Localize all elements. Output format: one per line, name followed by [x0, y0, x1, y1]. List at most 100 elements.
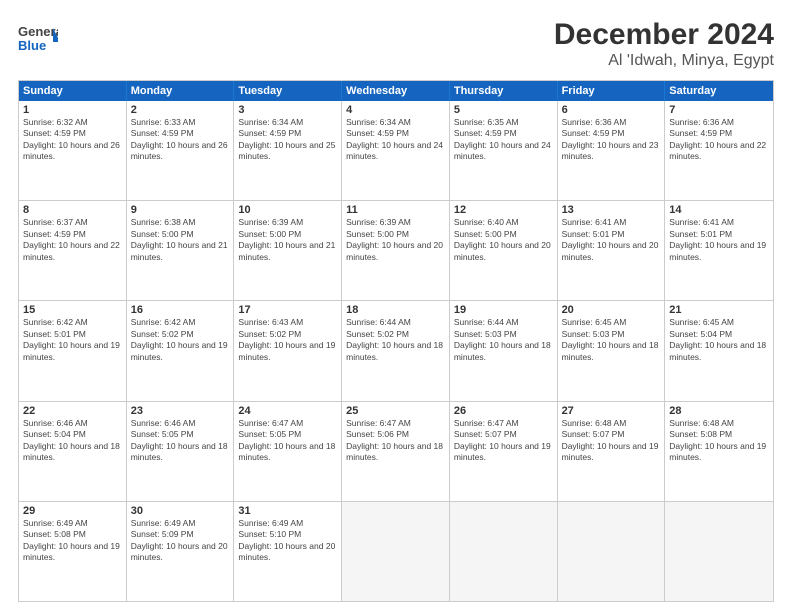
day-number: 18	[346, 304, 445, 316]
day-number: 30	[131, 505, 230, 517]
cell-info: Sunrise: 6:49 AMSunset: 5:08 PMDaylight:…	[23, 518, 120, 562]
calendar-cell: 21Sunrise: 6:45 AMSunset: 5:04 PMDayligh…	[665, 301, 773, 400]
day-number: 16	[131, 304, 230, 316]
day-number: 25	[346, 405, 445, 417]
day-number: 2	[131, 104, 230, 116]
cell-info: Sunrise: 6:36 AMSunset: 4:59 PMDaylight:…	[669, 117, 766, 161]
cell-info: Sunrise: 6:42 AMSunset: 5:01 PMDaylight:…	[23, 317, 120, 361]
cell-info: Sunrise: 6:41 AMSunset: 5:01 PMDaylight:…	[669, 217, 766, 261]
cell-info: Sunrise: 6:44 AMSunset: 5:02 PMDaylight:…	[346, 317, 443, 361]
day-number: 4	[346, 104, 445, 116]
calendar-cell	[450, 502, 558, 601]
dow-monday: Monday	[127, 81, 235, 101]
svg-text:Blue: Blue	[18, 38, 46, 53]
cell-info: Sunrise: 6:40 AMSunset: 5:00 PMDaylight:…	[454, 217, 551, 261]
cell-info: Sunrise: 6:45 AMSunset: 5:03 PMDaylight:…	[562, 317, 659, 361]
cell-info: Sunrise: 6:32 AMSunset: 4:59 PMDaylight:…	[23, 117, 120, 161]
cell-info: Sunrise: 6:41 AMSunset: 5:01 PMDaylight:…	[562, 217, 659, 261]
calendar-cell: 20Sunrise: 6:45 AMSunset: 5:03 PMDayligh…	[558, 301, 666, 400]
cell-info: Sunrise: 6:35 AMSunset: 4:59 PMDaylight:…	[454, 117, 551, 161]
cell-info: Sunrise: 6:34 AMSunset: 4:59 PMDaylight:…	[346, 117, 443, 161]
day-number: 8	[23, 204, 122, 216]
cell-info: Sunrise: 6:49 AMSunset: 5:09 PMDaylight:…	[131, 518, 228, 562]
cell-info: Sunrise: 6:42 AMSunset: 5:02 PMDaylight:…	[131, 317, 228, 361]
location-title: Al 'Idwah, Minya, Egypt	[554, 52, 774, 70]
cell-info: Sunrise: 6:37 AMSunset: 4:59 PMDaylight:…	[23, 217, 120, 261]
calendar-row-5: 29Sunrise: 6:49 AMSunset: 5:08 PMDayligh…	[19, 501, 773, 601]
dow-tuesday: Tuesday	[234, 81, 342, 101]
day-number: 17	[238, 304, 337, 316]
calendar-cell: 15Sunrise: 6:42 AMSunset: 5:01 PMDayligh…	[19, 301, 127, 400]
day-number: 15	[23, 304, 122, 316]
calendar-cell: 25Sunrise: 6:47 AMSunset: 5:06 PMDayligh…	[342, 402, 450, 501]
day-number: 14	[669, 204, 769, 216]
calendar-cell: 29Sunrise: 6:49 AMSunset: 5:08 PMDayligh…	[19, 502, 127, 601]
day-number: 13	[562, 204, 661, 216]
day-number: 21	[669, 304, 769, 316]
cell-info: Sunrise: 6:47 AMSunset: 5:05 PMDaylight:…	[238, 418, 335, 462]
calendar-cell: 22Sunrise: 6:46 AMSunset: 5:04 PMDayligh…	[19, 402, 127, 501]
dow-wednesday: Wednesday	[342, 81, 450, 101]
calendar-cell: 14Sunrise: 6:41 AMSunset: 5:01 PMDayligh…	[665, 201, 773, 300]
calendar: Sunday Monday Tuesday Wednesday Thursday…	[18, 80, 774, 602]
calendar-cell: 24Sunrise: 6:47 AMSunset: 5:05 PMDayligh…	[234, 402, 342, 501]
logo: General Blue	[18, 18, 58, 58]
calendar-cell: 2Sunrise: 6:33 AMSunset: 4:59 PMDaylight…	[127, 101, 235, 200]
cell-info: Sunrise: 6:45 AMSunset: 5:04 PMDaylight:…	[669, 317, 766, 361]
calendar-cell: 5Sunrise: 6:35 AMSunset: 4:59 PMDaylight…	[450, 101, 558, 200]
day-number: 24	[238, 405, 337, 417]
cell-info: Sunrise: 6:34 AMSunset: 4:59 PMDaylight:…	[238, 117, 335, 161]
cell-info: Sunrise: 6:36 AMSunset: 4:59 PMDaylight:…	[562, 117, 659, 161]
calendar-row-3: 15Sunrise: 6:42 AMSunset: 5:01 PMDayligh…	[19, 300, 773, 400]
calendar-cell: 11Sunrise: 6:39 AMSunset: 5:00 PMDayligh…	[342, 201, 450, 300]
day-number: 1	[23, 104, 122, 116]
calendar-cell: 31Sunrise: 6:49 AMSunset: 5:10 PMDayligh…	[234, 502, 342, 601]
calendar-body: 1Sunrise: 6:32 AMSunset: 4:59 PMDaylight…	[19, 101, 773, 601]
calendar-cell: 13Sunrise: 6:41 AMSunset: 5:01 PMDayligh…	[558, 201, 666, 300]
day-number: 23	[131, 405, 230, 417]
day-number: 28	[669, 405, 769, 417]
calendar-cell: 18Sunrise: 6:44 AMSunset: 5:02 PMDayligh…	[342, 301, 450, 400]
day-number: 12	[454, 204, 553, 216]
dow-friday: Friday	[558, 81, 666, 101]
day-number: 31	[238, 505, 337, 517]
day-number: 27	[562, 405, 661, 417]
logo-icon: General Blue	[18, 18, 58, 58]
calendar-cell	[558, 502, 666, 601]
day-number: 20	[562, 304, 661, 316]
dow-thursday: Thursday	[450, 81, 558, 101]
calendar-cell: 3Sunrise: 6:34 AMSunset: 4:59 PMDaylight…	[234, 101, 342, 200]
day-number: 10	[238, 204, 337, 216]
calendar-cell	[342, 502, 450, 601]
day-number: 22	[23, 405, 122, 417]
day-number: 6	[562, 104, 661, 116]
title-block: December 2024 Al 'Idwah, Minya, Egypt	[554, 18, 774, 70]
calendar-cell: 26Sunrise: 6:47 AMSunset: 5:07 PMDayligh…	[450, 402, 558, 501]
cell-info: Sunrise: 6:46 AMSunset: 5:04 PMDaylight:…	[23, 418, 120, 462]
cell-info: Sunrise: 6:39 AMSunset: 5:00 PMDaylight:…	[346, 217, 443, 261]
calendar-cell: 6Sunrise: 6:36 AMSunset: 4:59 PMDaylight…	[558, 101, 666, 200]
calendar-cell: 7Sunrise: 6:36 AMSunset: 4:59 PMDaylight…	[665, 101, 773, 200]
month-title: December 2024	[554, 18, 774, 52]
calendar-row-4: 22Sunrise: 6:46 AMSunset: 5:04 PMDayligh…	[19, 401, 773, 501]
day-number: 7	[669, 104, 769, 116]
day-number: 3	[238, 104, 337, 116]
calendar-header: Sunday Monday Tuesday Wednesday Thursday…	[19, 81, 773, 101]
day-number: 11	[346, 204, 445, 216]
calendar-cell: 8Sunrise: 6:37 AMSunset: 4:59 PMDaylight…	[19, 201, 127, 300]
cell-info: Sunrise: 6:48 AMSunset: 5:08 PMDaylight:…	[669, 418, 766, 462]
cell-info: Sunrise: 6:38 AMSunset: 5:00 PMDaylight:…	[131, 217, 228, 261]
calendar-cell: 27Sunrise: 6:48 AMSunset: 5:07 PMDayligh…	[558, 402, 666, 501]
cell-info: Sunrise: 6:47 AMSunset: 5:06 PMDaylight:…	[346, 418, 443, 462]
dow-sunday: Sunday	[19, 81, 127, 101]
cell-info: Sunrise: 6:46 AMSunset: 5:05 PMDaylight:…	[131, 418, 228, 462]
calendar-cell: 28Sunrise: 6:48 AMSunset: 5:08 PMDayligh…	[665, 402, 773, 501]
calendar-cell: 16Sunrise: 6:42 AMSunset: 5:02 PMDayligh…	[127, 301, 235, 400]
calendar-row-1: 1Sunrise: 6:32 AMSunset: 4:59 PMDaylight…	[19, 101, 773, 200]
calendar-cell: 1Sunrise: 6:32 AMSunset: 4:59 PMDaylight…	[19, 101, 127, 200]
calendar-cell: 4Sunrise: 6:34 AMSunset: 4:59 PMDaylight…	[342, 101, 450, 200]
calendar-cell: 9Sunrise: 6:38 AMSunset: 5:00 PMDaylight…	[127, 201, 235, 300]
calendar-cell: 30Sunrise: 6:49 AMSunset: 5:09 PMDayligh…	[127, 502, 235, 601]
day-number: 29	[23, 505, 122, 517]
calendar-cell: 10Sunrise: 6:39 AMSunset: 5:00 PMDayligh…	[234, 201, 342, 300]
